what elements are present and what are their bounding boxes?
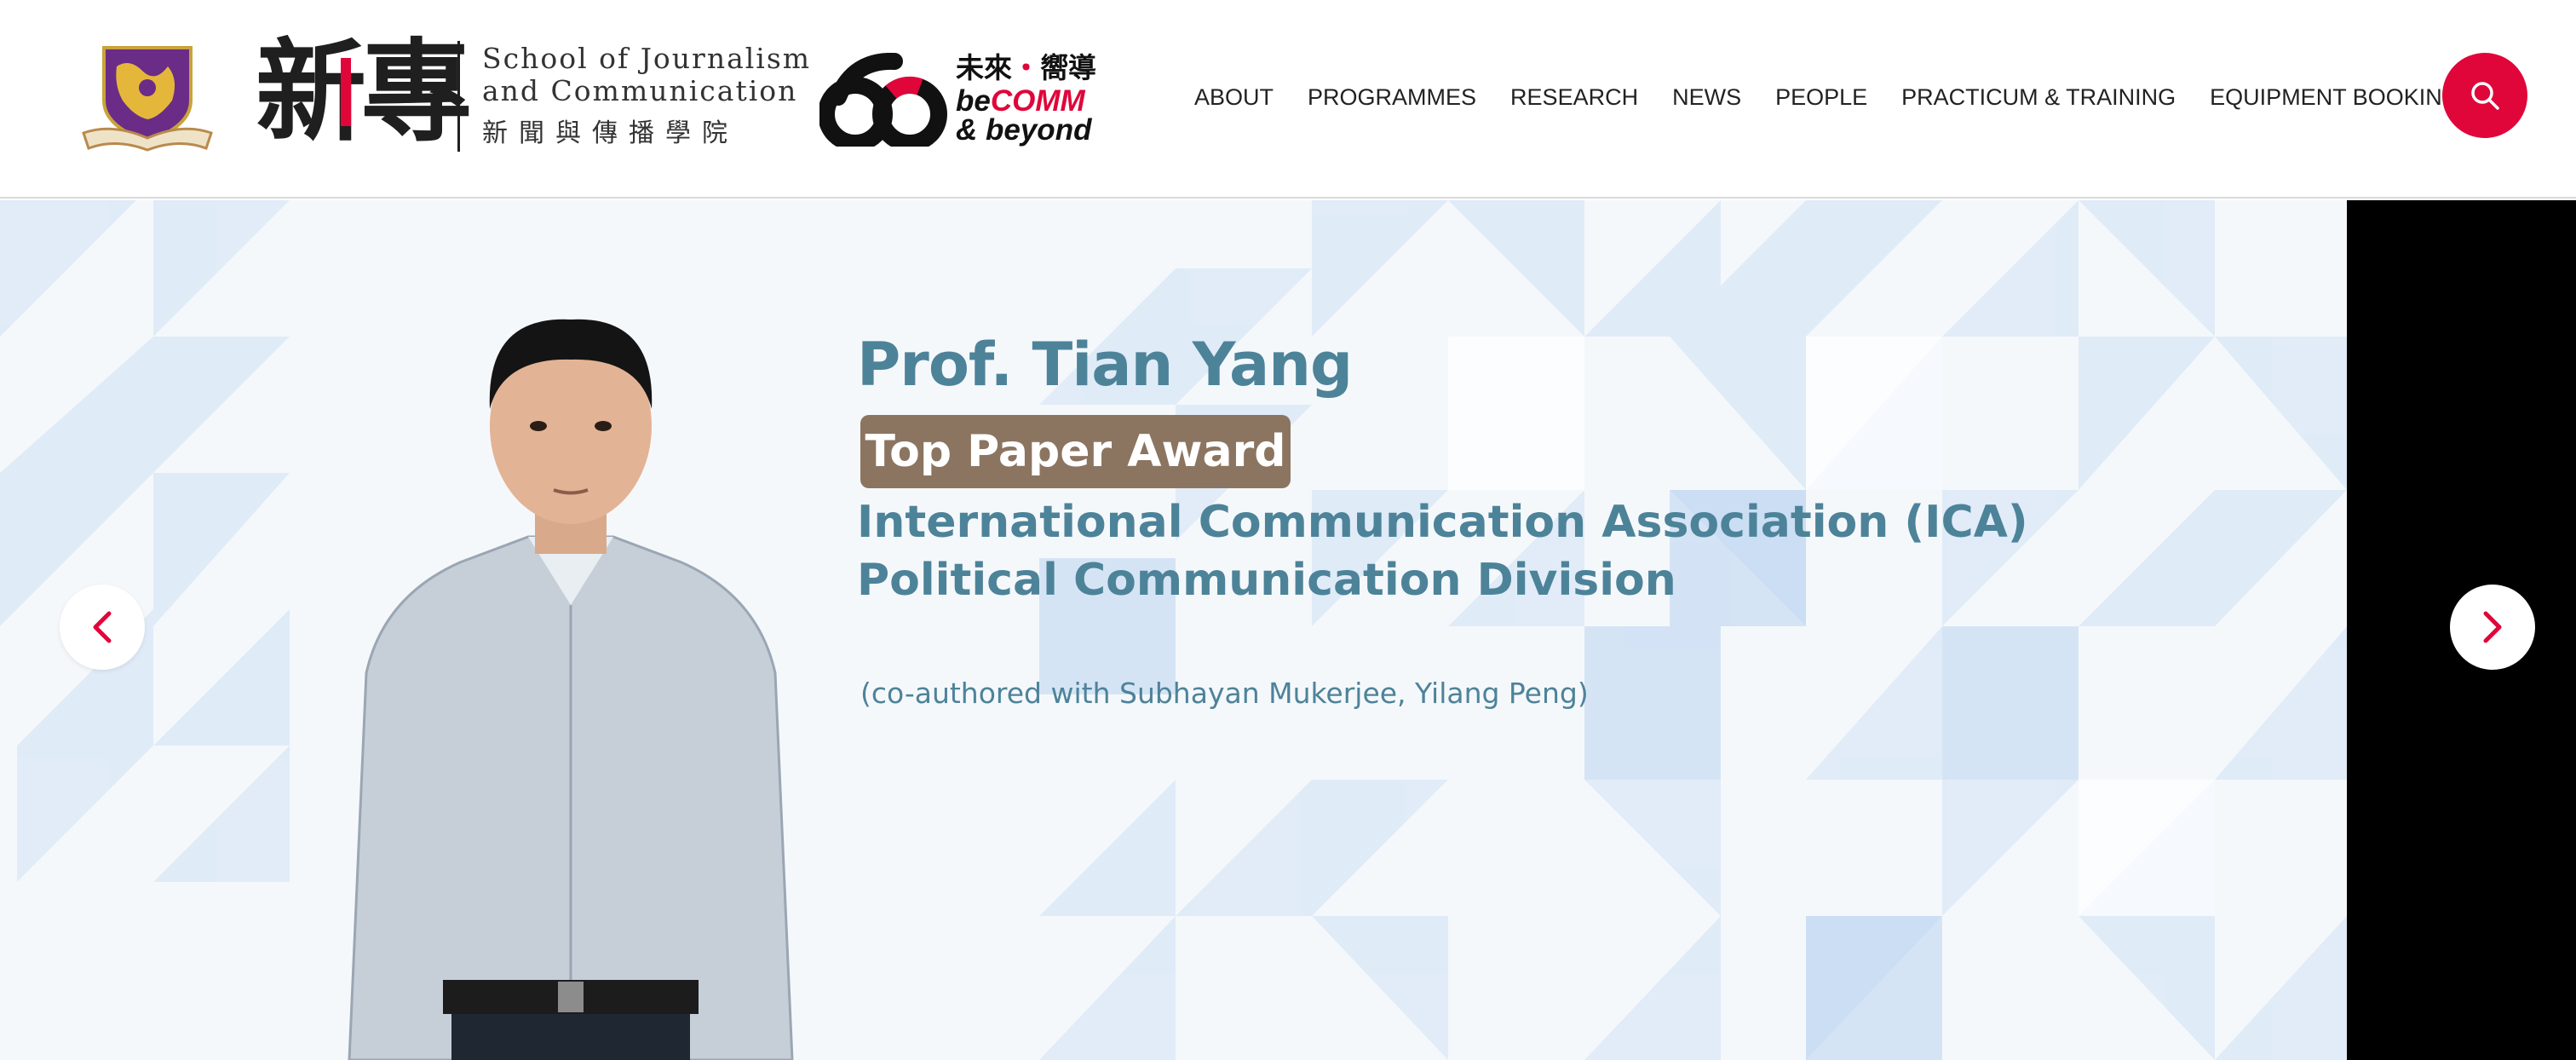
nav-item-about[interactable]: ABOUT (1194, 82, 1274, 112)
search-button[interactable] (2442, 53, 2527, 138)
slide-faculty-name: Prof. Tian Yang (857, 330, 1353, 400)
logo-divider (457, 41, 460, 152)
slide-award-badge: Top Paper Award (860, 415, 1291, 488)
university-crest-logo[interactable] (78, 41, 216, 153)
nav-item-equipment-booking[interactable]: EQUIPMENT BOOKING (2210, 82, 2460, 112)
carousel-next-button[interactable] (2450, 585, 2535, 670)
becomm-beyond-text: & beyond (956, 113, 1092, 147)
nav-item-news[interactable]: NEWS (1672, 82, 1741, 112)
nav-item-practicum-training[interactable]: PRACTICUM & TRAINING (1901, 82, 2176, 112)
main-navigation: ABOUT PROGRAMMES RESEARCH NEWS PEOPLE PR… (1194, 82, 2460, 112)
nav-item-research[interactable]: RESEARCH (1510, 82, 1638, 112)
school-name-zh: 新聞與傳播學院 (482, 118, 739, 148)
becomm-zh-dot: ・ (1012, 52, 1040, 84)
nav-item-programmes[interactable]: PROGRAMMES (1308, 82, 1476, 112)
chevron-left-icon (93, 611, 112, 643)
becomm-zh-part2: 嚮導 (1040, 52, 1096, 84)
slide-association-line2: Political Communication Division (857, 555, 1676, 606)
faculty-portrait-image (348, 319, 794, 1060)
school-logo-characters[interactable]: 新專 (256, 32, 472, 152)
logo-char-2: 專 (361, 26, 472, 157)
becomm-60-logo-mark[interactable] (819, 53, 947, 147)
school-name-en: School of Journalism and Communication (482, 43, 811, 107)
slide-coauthors: (co-authored with Subhayan Mukerjee, Yil… (860, 677, 1589, 710)
carousel-prev-button[interactable] (60, 585, 145, 670)
becomm-zh-part1: 未來 (956, 52, 1012, 84)
logo-red-stroke (341, 58, 351, 126)
school-name-en-line2: and Communication (482, 74, 798, 107)
chevron-right-icon (2483, 611, 2502, 643)
becomm-tagline-zh: 未來・嚮導 (956, 53, 1096, 84)
search-icon (2471, 82, 2499, 110)
slide-association-line1: International Communication Association … (857, 497, 2028, 548)
hero-carousel-slide: Prof. Tian Yang Top Paper Award Internat… (0, 200, 2347, 1060)
school-name-en-line1: School of Journalism (482, 42, 812, 75)
nav-item-people[interactable]: PEOPLE (1775, 82, 1867, 112)
site-header: 新專 School of Journalism and Communicatio… (0, 0, 2576, 199)
